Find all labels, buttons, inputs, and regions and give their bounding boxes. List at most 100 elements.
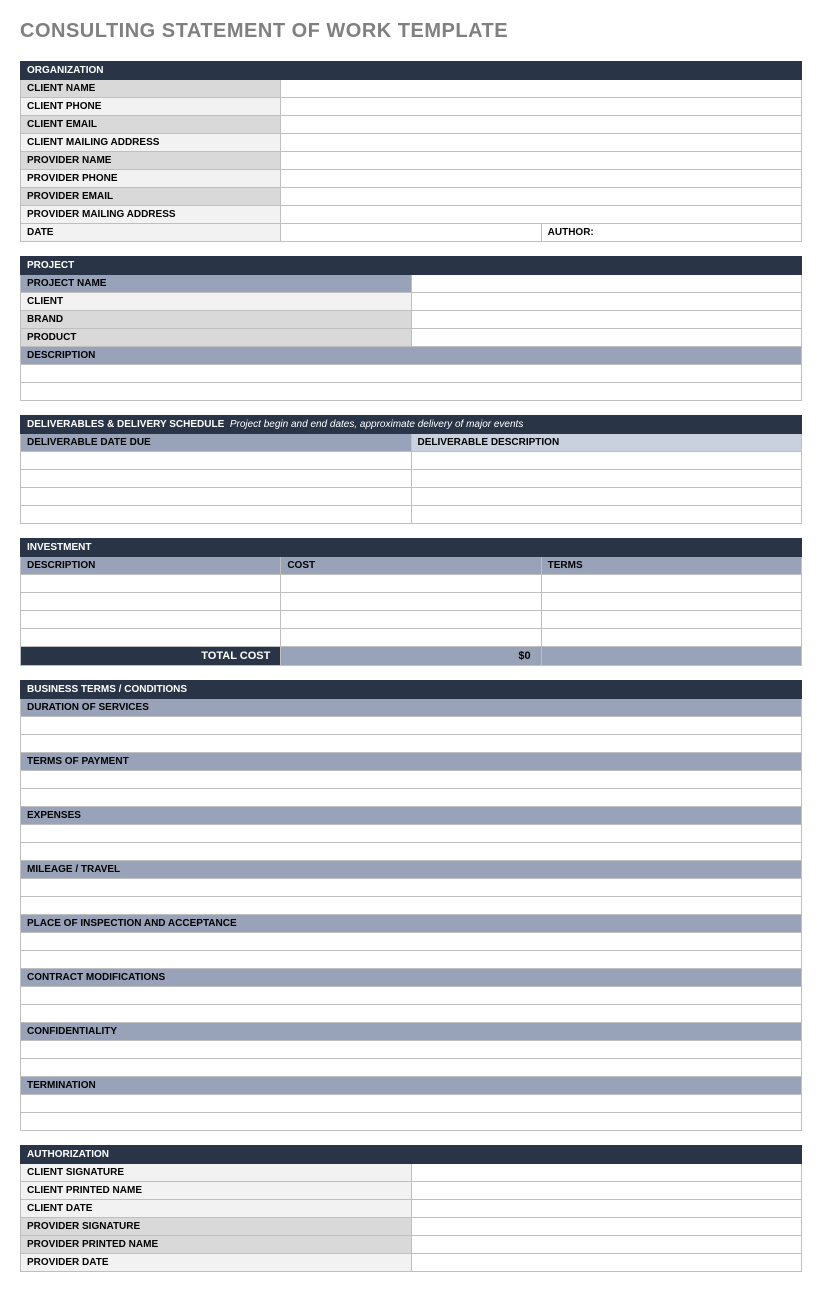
term-input-6-b[interactable] xyxy=(21,1059,802,1077)
deliv-date-3[interactable] xyxy=(21,488,412,506)
authorization-section: AUTHORIZATION CLIENT SIGNATURE CLIENT PR… xyxy=(20,1145,802,1272)
inv-terms-3[interactable] xyxy=(541,611,801,629)
auth-label-3: PROVIDER SIGNATURE xyxy=(21,1218,412,1236)
investment-header: INVESTMENT xyxy=(21,539,802,557)
inv-terms-4[interactable] xyxy=(541,629,801,647)
org-label-6: PROVIDER EMAIL xyxy=(21,188,281,206)
term-input-7-a[interactable] xyxy=(21,1095,802,1113)
inv-desc-col: DESCRIPTION xyxy=(21,557,281,575)
term-input-3-a[interactable] xyxy=(21,879,802,897)
business-terms-table: BUSINESS TERMS / CONDITIONS DURATION OF … xyxy=(20,680,802,1131)
business-terms-header: BUSINESS TERMS / CONDITIONS xyxy=(21,681,802,699)
deliv-desc-2[interactable] xyxy=(411,470,802,488)
term-label-0: DURATION OF SERVICES xyxy=(21,699,802,717)
term-label-3: MILEAGE / TRAVEL xyxy=(21,861,802,879)
term-input-0-a[interactable] xyxy=(21,717,802,735)
proj-label-2: BRAND xyxy=(21,311,412,329)
auth-label-4: PROVIDER PRINTED NAME xyxy=(21,1236,412,1254)
description-input-2[interactable] xyxy=(21,383,802,401)
term-input-6-a[interactable] xyxy=(21,1041,802,1059)
deliv-date-4[interactable] xyxy=(21,506,412,524)
org-input-6[interactable] xyxy=(281,188,802,206)
investment-table: INVESTMENT DESCRIPTION COST TERMS TOTAL … xyxy=(20,538,802,666)
deliv-date-1[interactable] xyxy=(21,452,412,470)
term-input-4-b[interactable] xyxy=(21,951,802,969)
auth-input-5[interactable] xyxy=(411,1254,802,1272)
auth-input-1[interactable] xyxy=(411,1182,802,1200)
term-label-1: TERMS OF PAYMENT xyxy=(21,753,802,771)
date-input[interactable] xyxy=(281,224,541,242)
proj-label-1: CLIENT xyxy=(21,293,412,311)
inv-cost-3[interactable] xyxy=(281,611,541,629)
auth-label-5: PROVIDER DATE xyxy=(21,1254,412,1272)
term-input-3-b[interactable] xyxy=(21,897,802,915)
organization-table: ORGANIZATION CLIENT NAME CLIENT PHONE CL… xyxy=(20,61,802,242)
org-input-3[interactable] xyxy=(281,134,802,152)
org-input-0[interactable] xyxy=(281,80,802,98)
term-input-0-b[interactable] xyxy=(21,735,802,753)
auth-label-2: CLIENT DATE xyxy=(21,1200,412,1218)
auth-input-4[interactable] xyxy=(411,1236,802,1254)
org-label-3: CLIENT MAILING ADDRESS xyxy=(21,134,281,152)
term-input-2-b[interactable] xyxy=(21,843,802,861)
term-label-6: CONFIDENTIALITY xyxy=(21,1023,802,1041)
inv-desc-2[interactable] xyxy=(21,593,281,611)
author-label[interactable]: AUTHOR: xyxy=(541,224,801,242)
proj-label-0: PROJECT NAME xyxy=(21,275,412,293)
term-label-7: TERMINATION xyxy=(21,1077,802,1095)
auth-input-3[interactable] xyxy=(411,1218,802,1236)
description-input-1[interactable] xyxy=(21,365,802,383)
proj-label-3: PRODUCT xyxy=(21,329,412,347)
org-input-1[interactable] xyxy=(281,98,802,116)
project-section: PROJECT PROJECT NAME CLIENT BRAND PRODUC… xyxy=(20,256,802,401)
deliv-desc-1[interactable] xyxy=(411,452,802,470)
total-cost-label: TOTAL COST xyxy=(21,647,281,666)
inv-desc-1[interactable] xyxy=(21,575,281,593)
proj-input-3[interactable] xyxy=(411,329,802,347)
deliv-desc-3[interactable] xyxy=(411,488,802,506)
inv-cost-1[interactable] xyxy=(281,575,541,593)
inv-desc-3[interactable] xyxy=(21,611,281,629)
term-input-1-b[interactable] xyxy=(21,789,802,807)
total-cost-blank xyxy=(541,647,801,666)
proj-input-2[interactable] xyxy=(411,311,802,329)
term-input-7-b[interactable] xyxy=(21,1113,802,1131)
authorization-header: AUTHORIZATION xyxy=(21,1146,802,1164)
term-input-5-a[interactable] xyxy=(21,987,802,1005)
description-label: DESCRIPTION xyxy=(21,347,802,365)
inv-cost-4[interactable] xyxy=(281,629,541,647)
org-input-7[interactable] xyxy=(281,206,802,224)
inv-terms-2[interactable] xyxy=(541,593,801,611)
org-input-5[interactable] xyxy=(281,170,802,188)
term-input-2-a[interactable] xyxy=(21,825,802,843)
term-label-5: CONTRACT MODIFICATIONS xyxy=(21,969,802,987)
proj-input-1[interactable] xyxy=(411,293,802,311)
term-input-1-a[interactable] xyxy=(21,771,802,789)
term-input-5-b[interactable] xyxy=(21,1005,802,1023)
inv-desc-4[interactable] xyxy=(21,629,281,647)
deliverable-date-col: DELIVERABLE DATE DUE xyxy=(21,434,412,452)
date-label: DATE xyxy=(21,224,281,242)
inv-terms-1[interactable] xyxy=(541,575,801,593)
total-cost-value: $0 xyxy=(281,647,541,666)
deliverable-desc-col: DELIVERABLE DESCRIPTION xyxy=(411,434,802,452)
deliverables-table: DELIVERABLES & DELIVERY SCHEDULE Project… xyxy=(20,415,802,524)
page-title: CONSULTING STATEMENT OF WORK TEMPLATE xyxy=(20,20,802,43)
organization-section: ORGANIZATION CLIENT NAME CLIENT PHONE CL… xyxy=(20,61,802,242)
investment-section: INVESTMENT DESCRIPTION COST TERMS TOTAL … xyxy=(20,538,802,666)
business-terms-section: BUSINESS TERMS / CONDITIONS DURATION OF … xyxy=(20,680,802,1131)
proj-input-0[interactable] xyxy=(411,275,802,293)
org-input-4[interactable] xyxy=(281,152,802,170)
project-table: PROJECT PROJECT NAME CLIENT BRAND PRODUC… xyxy=(20,256,802,401)
auth-input-0[interactable] xyxy=(411,1164,802,1182)
inv-cost-2[interactable] xyxy=(281,593,541,611)
auth-input-2[interactable] xyxy=(411,1200,802,1218)
organization-header: ORGANIZATION xyxy=(21,62,802,80)
deliverables-section: DELIVERABLES & DELIVERY SCHEDULE Project… xyxy=(20,415,802,524)
deliv-desc-4[interactable] xyxy=(411,506,802,524)
term-label-2: EXPENSES xyxy=(21,807,802,825)
term-input-4-a[interactable] xyxy=(21,933,802,951)
org-label-7: PROVIDER MAILING ADDRESS xyxy=(21,206,281,224)
deliv-date-2[interactable] xyxy=(21,470,412,488)
org-input-2[interactable] xyxy=(281,116,802,134)
